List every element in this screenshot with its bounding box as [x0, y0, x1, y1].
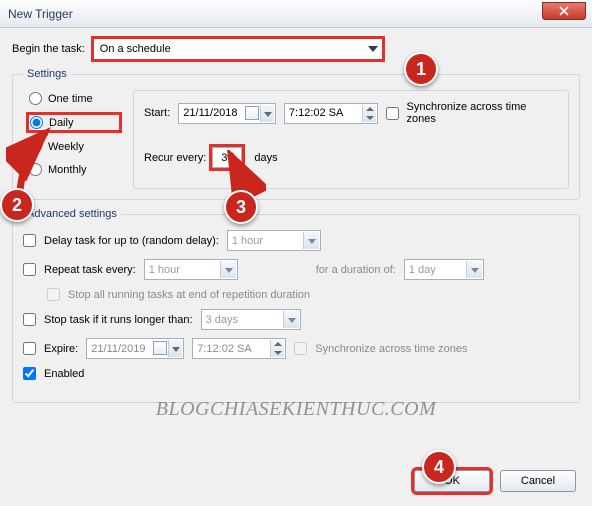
radio-monthly[interactable]: Monthly	[29, 163, 119, 176]
advanced-settings-group: Advanced settings Delay task for up to (…	[12, 208, 580, 403]
delay-checkbox[interactable]	[23, 234, 36, 247]
calendar-icon	[153, 341, 167, 355]
title-bar: New Trigger	[0, 0, 592, 28]
spinner-icon	[270, 340, 284, 357]
dropdown-arrow-icon	[168, 340, 182, 357]
stop-repeat-checkbox	[47, 288, 60, 301]
dropdown-arrow-icon	[220, 261, 236, 278]
annotation-badge-1: 1	[404, 52, 438, 86]
recur-unit: days	[254, 152, 277, 164]
dropdown-arrow-icon	[283, 311, 299, 328]
repeat-combo[interactable]: 1 hour	[144, 259, 238, 280]
annotation-badge-4: 4	[422, 450, 456, 484]
repeat-checkbox[interactable]	[23, 263, 36, 276]
start-date-input[interactable]: 21/11/2018	[178, 103, 276, 124]
radio-daily[interactable]: Daily	[29, 115, 119, 130]
settings-group: Settings One time Daily Weekly Monthly S…	[12, 68, 580, 200]
spinner-icon	[362, 105, 376, 122]
duration-combo[interactable]: 1 day	[404, 259, 484, 280]
start-time-input[interactable]: 7:12:02 SA	[284, 103, 378, 124]
recur-label: Recur every:	[144, 152, 206, 164]
radio-one-time[interactable]: One time	[29, 92, 119, 105]
window-title: New Trigger	[8, 7, 73, 21]
close-button[interactable]	[542, 2, 586, 20]
expire-date-input[interactable]: 21/11/2019	[86, 338, 184, 359]
annotation-badge-2: 2	[0, 188, 34, 222]
schedule-panel: Start: 21/11/2018 7:12:02 SA Synchronize…	[133, 90, 569, 189]
cancel-button[interactable]: Cancel	[500, 470, 576, 492]
dropdown-arrow-icon	[368, 46, 378, 52]
expire-label: Expire:	[44, 343, 78, 355]
expire-sync-checkbox: Synchronize across time zones	[294, 342, 467, 355]
enabled-label: Enabled	[44, 368, 84, 380]
delay-combo[interactable]: 1 hour	[227, 230, 321, 251]
recur-days-input[interactable]: 30	[212, 147, 242, 168]
dropdown-arrow-icon	[303, 232, 319, 249]
radio-weekly[interactable]: Weekly	[29, 140, 119, 153]
advanced-legend: Advanced settings	[23, 208, 121, 220]
dropdown-arrow-icon	[260, 105, 274, 122]
dropdown-arrow-icon	[466, 261, 482, 278]
annotation-badge-3: 3	[224, 190, 258, 224]
enabled-checkbox[interactable]	[23, 367, 36, 380]
begin-task-value: On a schedule	[100, 43, 171, 55]
settings-legend: Settings	[23, 68, 71, 80]
stop-repeat-label: Stop all running tasks at end of repetit…	[68, 289, 310, 301]
calendar-icon	[245, 106, 259, 120]
expire-time-input[interactable]: 7:12:02 SA	[192, 338, 286, 359]
begin-task-label: Begin the task:	[12, 43, 85, 55]
expire-checkbox[interactable]	[23, 342, 36, 355]
stop-long-checkbox[interactable]	[23, 313, 36, 326]
stop-long-combo[interactable]: 3 days	[201, 309, 301, 330]
begin-task-select[interactable]: On a schedule	[93, 38, 383, 60]
repeat-label: Repeat task every:	[44, 264, 136, 276]
sync-timezone-checkbox[interactable]: Synchronize across time zones	[386, 101, 558, 125]
delay-label: Delay task for up to (random delay):	[44, 235, 219, 247]
start-label: Start:	[144, 107, 170, 119]
duration-label: for a duration of:	[316, 264, 396, 276]
stop-long-label: Stop task if it runs longer than:	[44, 314, 193, 326]
